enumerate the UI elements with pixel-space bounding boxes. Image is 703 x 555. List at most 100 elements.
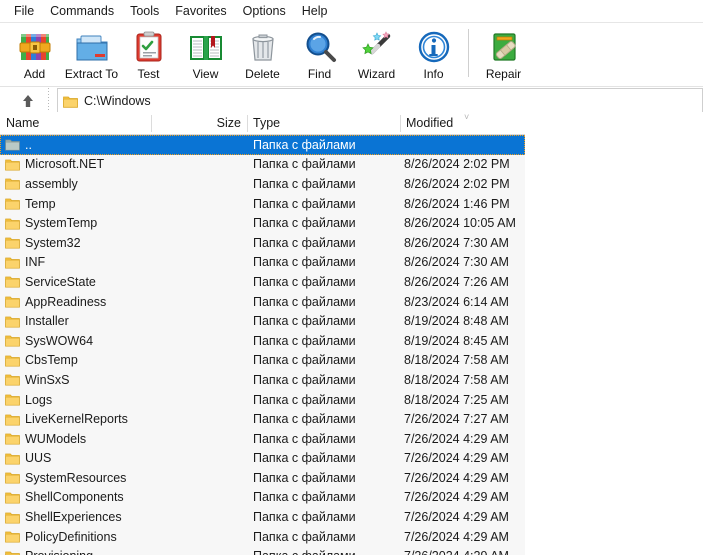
file-name-text: LiveKernelReports (25, 412, 128, 427)
cell-name: AppReadiness (0, 295, 151, 309)
address-path-text: C:\Windows (84, 94, 151, 108)
toolbar: Add Extract To Test View Delete Find Wiz… (0, 23, 703, 87)
cell-type: Папка с файлами (253, 412, 356, 427)
file-name-text: INF (25, 255, 46, 270)
column-header-type[interactable]: Type (247, 112, 400, 134)
menu-item-commands[interactable]: Commands (42, 2, 122, 20)
cell-modified: 7/26/2024 4:29 AM (404, 451, 509, 466)
cell-name: System32 (0, 236, 151, 250)
menu-bar: File Commands Tools Favorites Options Help (0, 0, 703, 22)
file-list-row[interactable]: AppReadiness Папка с файлами 8/23/2024 6:1… (0, 292, 525, 312)
toolbar-button-wizard[interactable]: Wizard (348, 27, 405, 85)
file-name-text: SystemResources (25, 470, 127, 485)
file-name-text: System32 (25, 235, 81, 250)
column-divider[interactable] (247, 115, 248, 132)
cell-modified: 8/26/2024 7:26 AM (404, 274, 509, 289)
file-list-row[interactable]: ServiceState Папка с файлами 8/26/2024 7:2… (0, 272, 525, 292)
cell-type: Папка с файлами (253, 176, 356, 191)
column-header-name[interactable]: Name (0, 112, 151, 134)
toolbar-button-extract-to[interactable]: Extract To (63, 27, 120, 85)
repair-bandage-icon (492, 33, 516, 61)
file-name-text: PolicyDefinitions (25, 529, 117, 544)
file-list-row[interactable]: INF Папка с файлами 8/26/2024 7:30 AM (0, 253, 525, 273)
cell-modified: 8/18/2024 7:58 AM (404, 372, 509, 387)
file-list-row[interactable]: ShellExperiences Папка с файлами 7/26/2024… (0, 507, 525, 527)
file-name-text: assembly (25, 176, 78, 191)
file-list-rows[interactable]: .. Папка с файлами Microsoft.NET Папка с ф… (0, 135, 525, 555)
file-list-row[interactable]: SystemResources Папка с файлами 7/26/2024 … (0, 468, 525, 488)
column-divider[interactable] (400, 115, 401, 132)
toolbar-button-find[interactable]: Find (291, 27, 348, 85)
file-name-text: SystemTemp (25, 216, 98, 231)
toolbar-button-test[interactable]: Test (120, 27, 177, 85)
repair-bandage-icon (487, 30, 521, 64)
column-divider[interactable] (151, 115, 152, 132)
file-name-text: Logs (25, 392, 53, 407)
toolbar-button-label: Add (23, 67, 46, 81)
menu-item-favorites[interactable]: Favorites (167, 2, 234, 20)
folder-icon (5, 355, 20, 367)
cell-type: Папка с файлами (253, 451, 356, 466)
file-list-row[interactable]: Temp Папка с файлами 8/26/2024 1:46 PM (0, 194, 525, 214)
cell-type: Папка с файлами (253, 235, 356, 250)
file-list-row[interactable]: WinSxS Папка с файлами 8/18/2024 7:58 AM (0, 370, 525, 390)
toolbar-button-repair[interactable]: Repair (475, 27, 532, 85)
cell-modified: 7/26/2024 4:29 AM (404, 431, 509, 446)
cell-type: Папка с файлами (253, 157, 356, 172)
file-list-row[interactable]: CbsTemp Папка с файлами 8/18/2024 7:58 AM (0, 351, 525, 371)
column-header-label: Name (6, 116, 40, 130)
column-header-size[interactable]: Size (151, 112, 247, 134)
info-circle-icon (418, 31, 449, 63)
cell-modified: 8/26/2024 2:02 PM (404, 176, 510, 191)
toolbar-button-add[interactable]: Add (6, 27, 63, 85)
file-name-text: .. (25, 137, 32, 152)
folder-icon (63, 96, 78, 108)
file-list-row[interactable]: Microsoft.NET Папка с файлами 8/26/2024 2:… (0, 155, 525, 175)
folder-icon (5, 492, 20, 504)
toolbar-button-label: Delete (245, 67, 280, 81)
file-name-text: AppReadiness (25, 294, 107, 309)
archive-add-icon (18, 30, 52, 64)
cell-modified: 7/26/2024 4:29 AM (404, 490, 509, 505)
file-list-row[interactable]: Provisioning Папка с файлами7/26/2024 4:2… (0, 546, 525, 555)
file-list-row[interactable]: LiveKernelReports Папка с файлами 7/26/202… (0, 409, 525, 429)
toolbar-button-info[interactable]: Info (405, 27, 462, 85)
cell-name: LiveKernelReports (0, 412, 151, 426)
file-name-text: Microsoft.NET (25, 157, 105, 172)
column-header-modified[interactable]: Modified (400, 112, 525, 134)
file-list-row[interactable]: SystemTemp Папка с файлами 8/26/2024 10:05… (0, 213, 525, 233)
menu-item-help[interactable]: Help (294, 2, 336, 20)
file-list-row[interactable]: WUModels Папка с файлами 7/26/2024 4:29 AM (0, 429, 525, 449)
cell-modified: 8/26/2024 7:30 AM (404, 235, 509, 250)
cell-modified: 8/19/2024 8:45 AM (404, 333, 509, 348)
cell-modified: 8/18/2024 7:58 AM (404, 353, 509, 368)
address-path-field[interactable]: C:\Windows (57, 88, 703, 114)
menu-item-tools[interactable]: Tools (122, 2, 167, 20)
open-book-icon (189, 30, 223, 64)
file-list-row[interactable]: SysWOW64 Папка с файлами 8/19/2024 8:45 AM (0, 331, 525, 351)
up-one-level-button[interactable] (8, 88, 48, 114)
magnifier-icon (303, 30, 337, 64)
menu-item-file[interactable]: File (6, 2, 42, 20)
file-list-row[interactable]: ShellComponents Папка с файлами 7/26/2024 … (0, 488, 525, 508)
menu-item-options[interactable]: Options (235, 2, 294, 20)
cell-name: assembly (0, 177, 151, 191)
folder-icon (5, 296, 20, 308)
file-list-row[interactable]: Installer Папка с файлами 8/19/2024 8:48 A… (0, 311, 525, 331)
folder-icon (5, 316, 20, 328)
file-list-row[interactable]: PolicyDefinitions Папка с файлами 7/26/202… (0, 527, 525, 547)
cell-modified: 8/26/2024 7:30 AM (404, 255, 509, 270)
file-list-row[interactable]: .. Папка с файлами (0, 135, 525, 155)
cell-modified: 7/26/2024 4:29 AM (404, 470, 509, 485)
file-list-row[interactable]: assembly Папка с файлами 8/26/2024 2:02 PM (0, 174, 525, 194)
toolbar-button-delete[interactable]: Delete (234, 27, 291, 85)
clipboard-check-icon (132, 30, 166, 64)
file-name-text: CbsTemp (25, 353, 78, 368)
toolbar-button-label: Extract To (64, 67, 119, 81)
file-list-row[interactable]: System32 Папка с файлами 8/26/2024 7:30 AM (0, 233, 525, 253)
file-list-row[interactable]: UUS Папка с файлами 7/26/2024 4:29 AM (0, 449, 525, 469)
folder-icon (5, 433, 20, 445)
file-list-row[interactable]: Logs Папка с файлами 8/18/2024 7:25 AM (0, 390, 525, 410)
toolbar-button-view[interactable]: View (177, 27, 234, 85)
cell-name: WinSxS (0, 373, 151, 387)
